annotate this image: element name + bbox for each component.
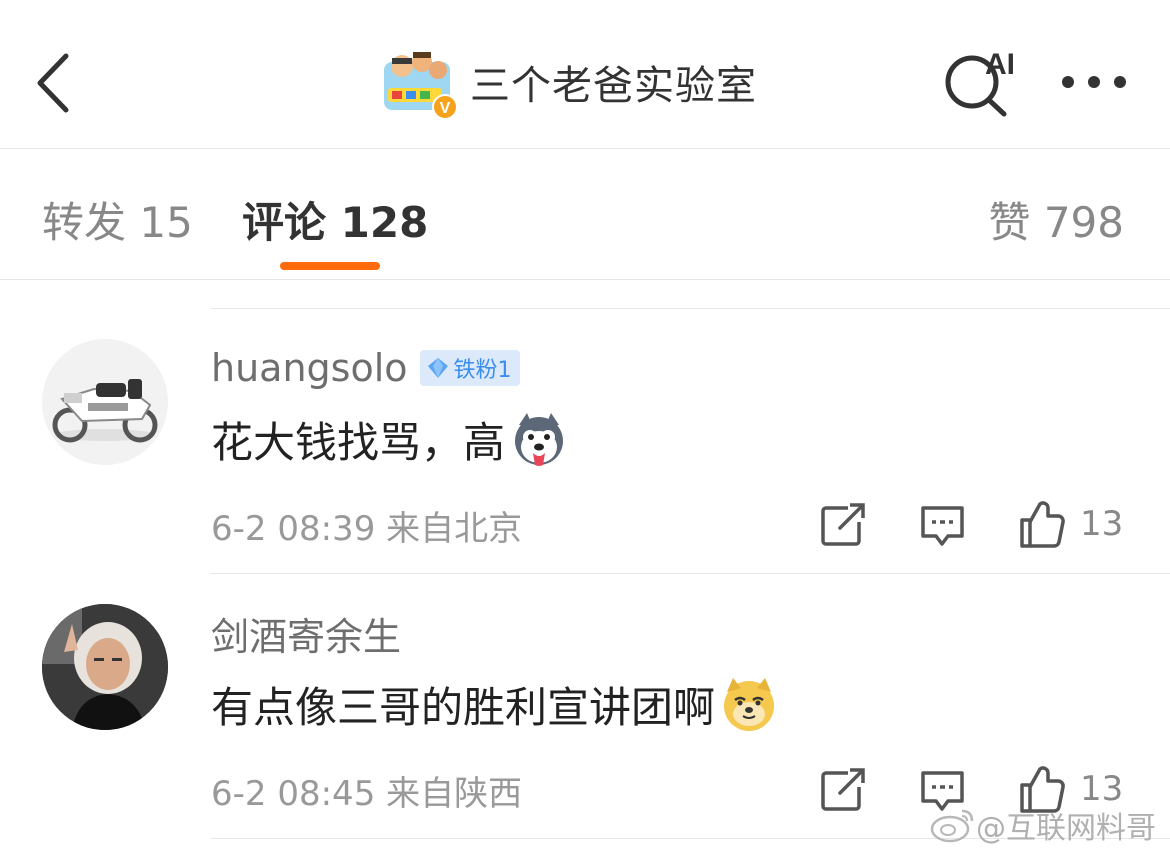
comment-body: 有点像三哥的胜利宣讲团啊 — [211, 682, 716, 732]
tab-like[interactable]: 赞 798 — [988, 189, 1124, 250]
comment-actions: 13 — [818, 496, 1138, 552]
comment-location: 来自陕西 — [386, 774, 523, 814]
like-count: 13 — [1080, 504, 1124, 544]
like-button[interactable]: 13 — [1018, 496, 1138, 552]
username-text: huangsolo — [211, 346, 408, 390]
fan-badge-label: 铁粉1 — [453, 358, 512, 383]
back-button[interactable] — [28, 48, 84, 118]
comment-location: 来自北京 — [386, 509, 523, 549]
watermark: @互联网料哥 — [930, 803, 1156, 847]
share-button[interactable] — [818, 761, 868, 817]
comment-text: 有点像三哥的胜利宣讲团啊 — [211, 674, 777, 734]
avatar[interactable] — [42, 339, 168, 465]
chevron-left-icon — [37, 53, 69, 113]
comment-item: huangsolo 铁粉1 花大钱找骂，高 6-2 08:39 来自北京 13 — [0, 309, 1170, 573]
more-button[interactable] — [1056, 60, 1132, 104]
comment-username[interactable]: huangsolo 铁粉1 — [211, 343, 520, 393]
comment-meta: 6-2 08:39 来自北京 — [211, 501, 522, 550]
comment-username[interactable]: 剑酒寄余生 — [211, 608, 402, 659]
weibo-logo-icon — [930, 809, 974, 843]
reply-button[interactable] — [918, 496, 968, 552]
diamond-icon — [427, 358, 448, 378]
share-icon — [821, 768, 865, 811]
account-avatar: V — [380, 44, 458, 120]
comment-body: 花大钱找骂，高 — [211, 417, 506, 467]
tab-repost[interactable]: 转发 15 — [42, 189, 193, 250]
comment-time: 6-2 08:39 — [211, 509, 376, 549]
comment-text: 花大钱找骂，高 — [211, 409, 567, 469]
top-nav-bar: V 三个老爸实验室 AI — [0, 0, 1170, 149]
watermark-text: @互联网料哥 — [976, 811, 1156, 846]
thumbs-up-icon — [1020, 501, 1065, 548]
tab-comment[interactable]: 评论 128 — [242, 189, 428, 250]
svg-text:AI: AI — [985, 48, 1015, 81]
ai-search-button[interactable]: AI — [942, 44, 1020, 118]
svg-text:V: V — [440, 100, 451, 117]
username-text: 剑酒寄余生 — [211, 614, 402, 659]
page-title: 三个老爸实验室 — [470, 63, 757, 109]
comment-meta: 6-2 08:45 来自陕西 — [211, 766, 522, 815]
more-icon — [1062, 76, 1126, 88]
doge-emoji-icon — [724, 678, 775, 731]
share-button[interactable] — [818, 496, 868, 552]
active-tab-indicator — [280, 262, 380, 270]
comment-time: 6-2 08:45 — [211, 774, 376, 814]
comment-bubble-icon — [921, 506, 964, 546]
ai-search-icon: AI — [945, 48, 1015, 117]
verified-badge-icon: V — [432, 94, 458, 120]
comment-item: 剑酒寄余生 有点像三哥的胜利宣讲团啊 6-2 08:45 来自陕西 13 — [0, 574, 1170, 838]
tab-bar: 转发 15 评论 128 赞 798 — [0, 149, 1170, 280]
husky-emoji-icon — [515, 413, 564, 466]
share-icon — [821, 503, 865, 546]
avatar[interactable] — [42, 604, 168, 730]
fan-badge[interactable]: 铁粉1 — [419, 350, 520, 386]
account-title[interactable]: V 三个老爸实验室 — [380, 42, 757, 122]
